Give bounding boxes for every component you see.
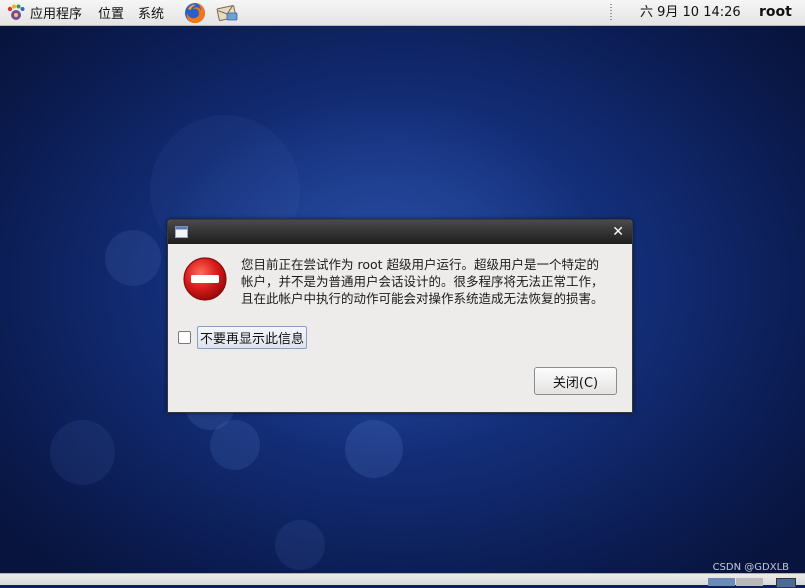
firefox-launcher[interactable]	[182, 0, 208, 25]
gnome-foot-icon	[7, 4, 25, 20]
close-icon[interactable]: ✕	[612, 222, 624, 242]
menu-places[interactable]: 位置	[88, 0, 130, 25]
clock[interactable]: 六 9月 10 14:26	[640, 0, 741, 25]
dont-show-again-row[interactable]: 不要再显示此信息	[178, 326, 308, 349]
menu-applications[interactable]: 应用程序	[0, 0, 88, 25]
workspace-1[interactable]	[708, 578, 735, 586]
dialog-body: 您目前正在尝试作为 root 超级用户运行。超级用户是一个特定的 帐户，并不是为…	[168, 244, 632, 411]
trash-icon[interactable]	[776, 578, 796, 588]
bokeh-decoration	[210, 420, 260, 470]
bottom-panel	[0, 573, 805, 588]
bokeh-decoration	[275, 520, 325, 570]
mail-icon	[216, 4, 238, 21]
dialog-message: 您目前正在尝试作为 root 超级用户运行。超级用户是一个特定的 帐户，并不是为…	[241, 256, 621, 307]
message-line: 您目前正在尝试作为 root 超级用户运行。超级用户是一个特定的	[241, 257, 600, 272]
firefox-icon	[185, 2, 206, 23]
bokeh-decoration	[105, 230, 161, 286]
stop-error-icon	[183, 257, 227, 301]
bokeh-decoration	[50, 420, 115, 485]
panel-separator	[610, 4, 612, 20]
menu-system[interactable]: 系统	[130, 0, 170, 25]
user-name[interactable]: root	[759, 0, 792, 25]
close-button[interactable]: 关闭(C)	[534, 367, 617, 395]
dont-show-again-checkbox[interactable]	[178, 331, 191, 344]
menu-places-label: 位置	[98, 7, 125, 22]
warning-dialog: ✕ 您目前正在尝试作为 root 超级用户运行。超级用户是一个特定的 帐户，并不…	[167, 219, 633, 413]
menu-system-label: 系统	[138, 7, 165, 22]
dont-show-again-label[interactable]: 不要再显示此信息	[197, 326, 308, 349]
menu-applications-label: 应用程序	[30, 7, 83, 22]
bokeh-decoration	[345, 420, 403, 478]
window-icon	[175, 226, 188, 238]
dialog-titlebar[interactable]: ✕	[168, 220, 632, 244]
message-line: 帐户，并不是为普通用户会话设计的。很多程序将无法正常工作，	[241, 274, 604, 289]
top-panel: 应用程序 位置 系统 六 9月 10 14:26 root	[0, 0, 805, 26]
mail-launcher[interactable]	[214, 0, 240, 25]
message-line: 且在此帐户中执行的动作可能会对操作系统造成无法恢复的损害。	[241, 291, 604, 306]
workspace-2[interactable]	[736, 578, 763, 586]
watermark: CSDN @GDXLB	[712, 562, 789, 573]
